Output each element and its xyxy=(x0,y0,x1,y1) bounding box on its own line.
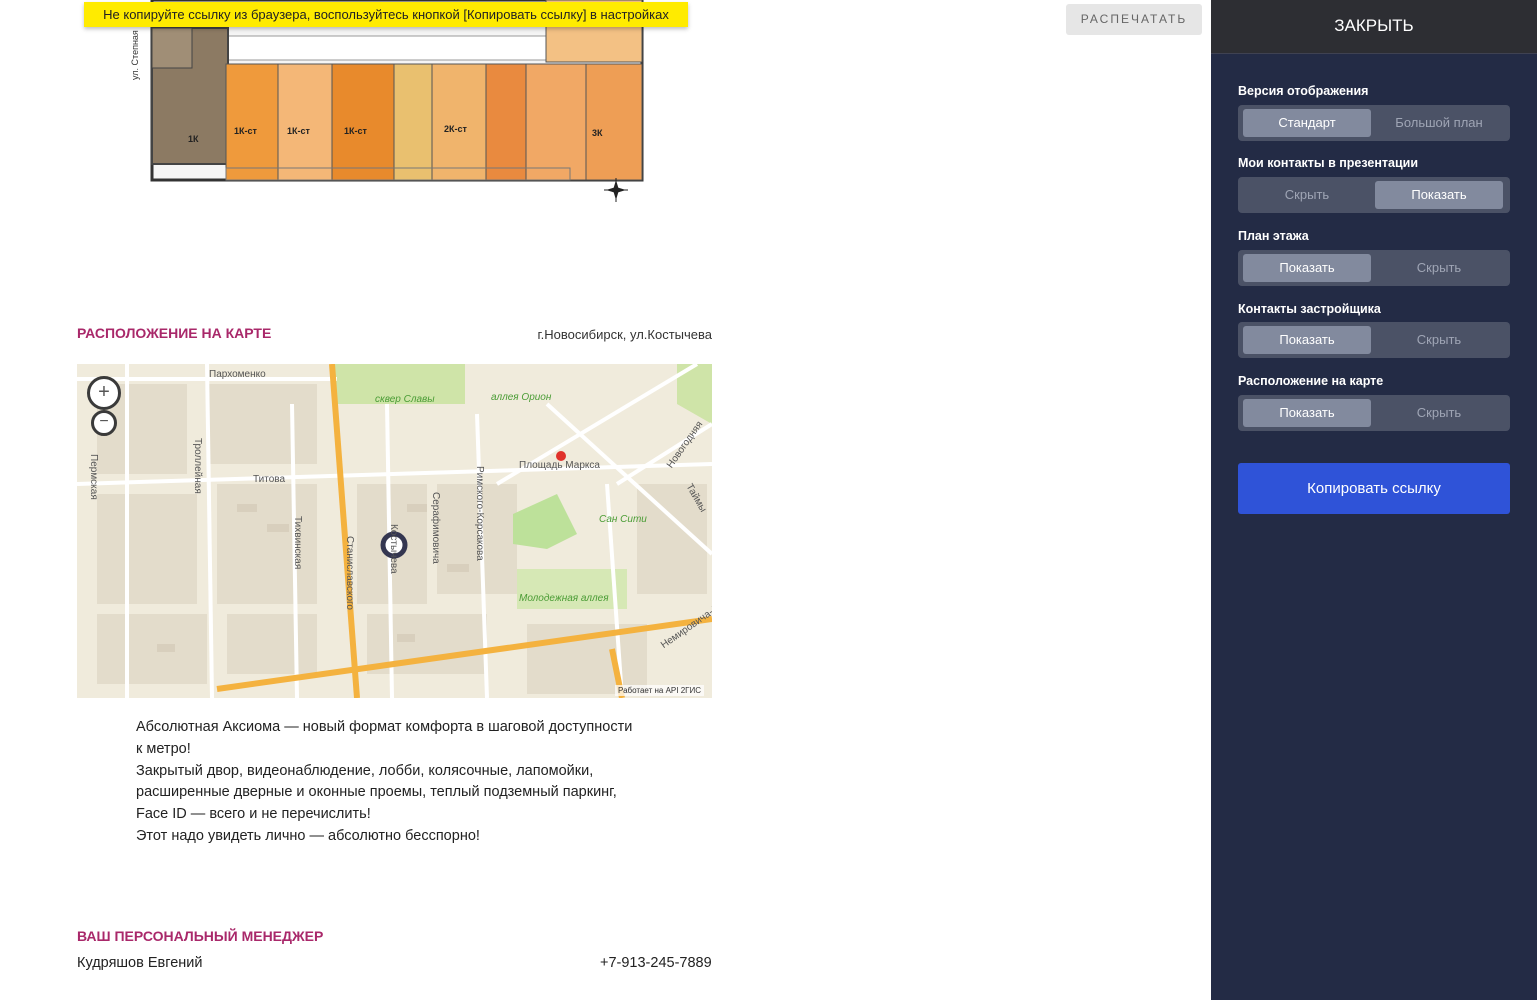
close-panel-button[interactable]: ЗАКРЫТЬ xyxy=(1211,0,1537,54)
street-label-serafimovicha: Серафимовича xyxy=(430,492,441,564)
floor-plan-show-button[interactable]: Показать xyxy=(1243,254,1371,282)
option-label-map-location: Расположение на карте xyxy=(1238,374,1384,388)
unit-label-2kst: 2К-ст xyxy=(444,124,468,134)
manager-phone[interactable]: +7-913-245-7889 xyxy=(600,955,712,971)
floor-plan: ул. Степная 1К 1К-ст 1К-ст 1К-ст 2К-ст 3… xyxy=(130,0,644,202)
street-label-kostycheva: Костычева xyxy=(388,524,399,574)
street-label-troleynaya: Троллейная xyxy=(192,438,203,494)
compass-icon xyxy=(604,178,628,202)
street-label-rimskogo: Римского-Корсакова xyxy=(474,466,485,561)
description-line: Закрытый двор, видеонаблюдение, лобби, к… xyxy=(136,762,594,779)
street-label-permskaya: Пермская xyxy=(88,454,99,500)
developer-contacts-hide-button[interactable]: Скрыть xyxy=(1375,326,1503,354)
park-label-san-siti: Сан Сити xyxy=(599,514,647,525)
toggle-my-contacts: Скрыть Показать xyxy=(1238,177,1510,213)
unit-label-1kst-a: 1К-ст xyxy=(234,126,258,136)
park-label-orion: аллея Орион xyxy=(491,392,552,403)
park-label-molodezhnaya: Молодежная аллея xyxy=(519,593,609,604)
map-zoom-in-button[interactable]: + xyxy=(87,376,121,410)
option-label-my-contacts: Мои контакты в презентации xyxy=(1238,156,1419,170)
toggle-floor-plan: Показать Скрыть xyxy=(1238,250,1510,286)
street-label-parkhomenko: Пархоменко xyxy=(209,369,266,380)
street-label: ул. Степная xyxy=(130,30,140,80)
street-label-stanislavskogo: Станиславского xyxy=(344,536,355,610)
toggle-developer-contacts: Показать Скрыть xyxy=(1238,322,1510,358)
map-location-hide-button[interactable]: Скрыть xyxy=(1375,399,1503,427)
unit-label-1kst-c: 1К-ст xyxy=(344,126,368,136)
map-widget[interactable]: Пархоменко сквер Славы аллея Орион Пермс… xyxy=(77,364,712,698)
park-label-skver: сквер Славы xyxy=(375,394,435,405)
copy-link-button[interactable]: Копировать ссылку xyxy=(1238,463,1510,514)
map-zoom-out-button[interactable]: − xyxy=(91,410,117,436)
description-line: расширенные дверные и оконные проемы, те… xyxy=(136,784,617,801)
description-line: Абсолютная Аксиома — новый формат комфор… xyxy=(136,719,633,735)
street-label-tikhvinskaya: Тихвинская xyxy=(292,516,303,570)
option-label-floor-plan: План этажа xyxy=(1238,229,1309,243)
map-credit[interactable]: Работает на API 2ГИС xyxy=(615,685,704,696)
my-contacts-show-button[interactable]: Показать xyxy=(1375,181,1503,209)
manager-name: Кудряшов Евгений xyxy=(77,955,203,971)
display-standard-button[interactable]: Стандарт xyxy=(1243,109,1371,137)
street-label-titova: Титова xyxy=(253,474,286,485)
description-line: Этот надо увидеть лично — абсолютно бесс… xyxy=(136,827,480,844)
floor-plan-hide-button[interactable]: Скрыть xyxy=(1375,254,1503,282)
map-address: г.Новосибирск, ул.Костычева xyxy=(537,327,713,342)
print-button[interactable]: РАСПЕЧАТАТЬ xyxy=(1066,4,1202,35)
presentation-page: Не копируйте ссылку из браузера, восполь… xyxy=(0,0,1211,1000)
toggle-display-version: Стандарт Большой план xyxy=(1238,105,1510,141)
unit-label-3k: 3К xyxy=(592,128,603,138)
display-big-plan-button[interactable]: Большой план xyxy=(1375,109,1503,137)
toggle-map-location: Показать Скрыть xyxy=(1238,395,1510,431)
manager-section-title: ВАШ ПЕРСОНАЛЬНЫЙ МЕНЕДЖЕР xyxy=(77,928,324,944)
metro-label-ploshchad: Площадь Маркса xyxy=(519,460,600,471)
option-label-display-version: Версия отображения xyxy=(1238,84,1369,98)
my-contacts-hide-button[interactable]: Скрыть xyxy=(1243,181,1371,209)
unit-label-1kst-b: 1К-ст xyxy=(287,126,311,136)
settings-panel: ЗАКРЫТЬ Версия отображения Стандарт Боль… xyxy=(1211,0,1537,1000)
developer-contacts-show-button[interactable]: Показать xyxy=(1243,326,1371,354)
map-section-title: РАСПОЛОЖЕНИЕ НА КАРТЕ xyxy=(77,325,272,341)
copy-link-warning: Не копируйте ссылку из браузера, восполь… xyxy=(84,2,688,27)
description-line: Face ID — всего и не перечислить! xyxy=(136,806,371,823)
description-line: к метро! xyxy=(136,740,191,757)
unit-label-1k: 1К xyxy=(188,134,199,144)
project-description: Абсолютная Аксиома — новый формат комфор… xyxy=(136,717,656,848)
option-label-developer-contacts: Контакты застройщика xyxy=(1238,302,1381,316)
map-location-show-button[interactable]: Показать xyxy=(1243,399,1371,427)
